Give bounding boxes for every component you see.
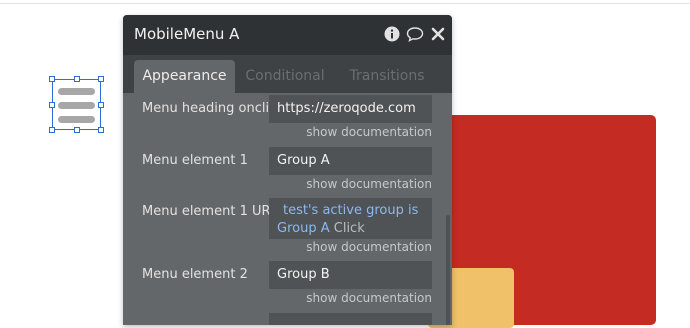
show-documentation-link[interactable]: show documentation bbox=[306, 177, 432, 191]
menu-element-1-label: Menu element 1 bbox=[142, 153, 248, 168]
dynamic-expression-text[interactable]: Group A bbox=[277, 221, 330, 236]
menu-element-2-label: Menu element 2 bbox=[142, 267, 248, 282]
resize-handle-right[interactable] bbox=[98, 102, 104, 108]
menu-element-1-url-field[interactable]: test's active group is Group A Click bbox=[269, 198, 432, 239]
tab-transitions[interactable]: Transitions bbox=[345, 60, 429, 93]
click-placeholder[interactable]: Click bbox=[334, 221, 365, 236]
comment-icon[interactable] bbox=[406, 25, 424, 43]
resize-handle-left[interactable] bbox=[49, 102, 55, 108]
menu-element-1-url-label: Menu element 1 URL bbox=[142, 204, 278, 219]
mobile-menu-selection-box[interactable] bbox=[52, 79, 101, 130]
show-documentation-link[interactable]: show documentation bbox=[306, 291, 432, 305]
menu-element-1-field[interactable]: Group A bbox=[269, 147, 432, 175]
dynamic-expression-text[interactable]: test's active group is bbox=[277, 203, 418, 218]
top-divider bbox=[0, 3, 690, 4]
resize-handle-top-right[interactable] bbox=[98, 76, 104, 82]
menu-heading-onclick-field[interactable]: https://zeroqode.com bbox=[269, 95, 432, 123]
resize-handle-bottom-right[interactable] bbox=[98, 127, 104, 133]
menu-heading-onclick-label: Menu heading onclick bbox=[142, 101, 284, 116]
panel-scrollbar[interactable] bbox=[446, 215, 450, 325]
show-documentation-link[interactable]: show documentation bbox=[306, 240, 432, 254]
close-icon[interactable] bbox=[429, 25, 447, 43]
panel-header[interactable]: MobileMenu A bbox=[123, 15, 452, 55]
menu-element-2-field[interactable]: Group B bbox=[269, 261, 432, 289]
next-property-field[interactable] bbox=[269, 313, 432, 325]
info-icon[interactable] bbox=[383, 25, 401, 43]
panel-title: MobileMenu A bbox=[134, 25, 240, 43]
tab-appearance[interactable]: Appearance bbox=[134, 60, 235, 93]
show-documentation-link[interactable]: show documentation bbox=[306, 125, 432, 139]
resize-handle-bottom-left[interactable] bbox=[49, 127, 55, 133]
tab-conditional[interactable]: Conditional bbox=[240, 60, 330, 93]
property-editor-panel: MobileMenu A Appearance Conditional Tran… bbox=[123, 15, 452, 325]
resize-handle-top-left[interactable] bbox=[49, 76, 55, 82]
resize-handle-bottom[interactable] bbox=[74, 127, 80, 133]
resize-handle-top[interactable] bbox=[74, 76, 80, 82]
